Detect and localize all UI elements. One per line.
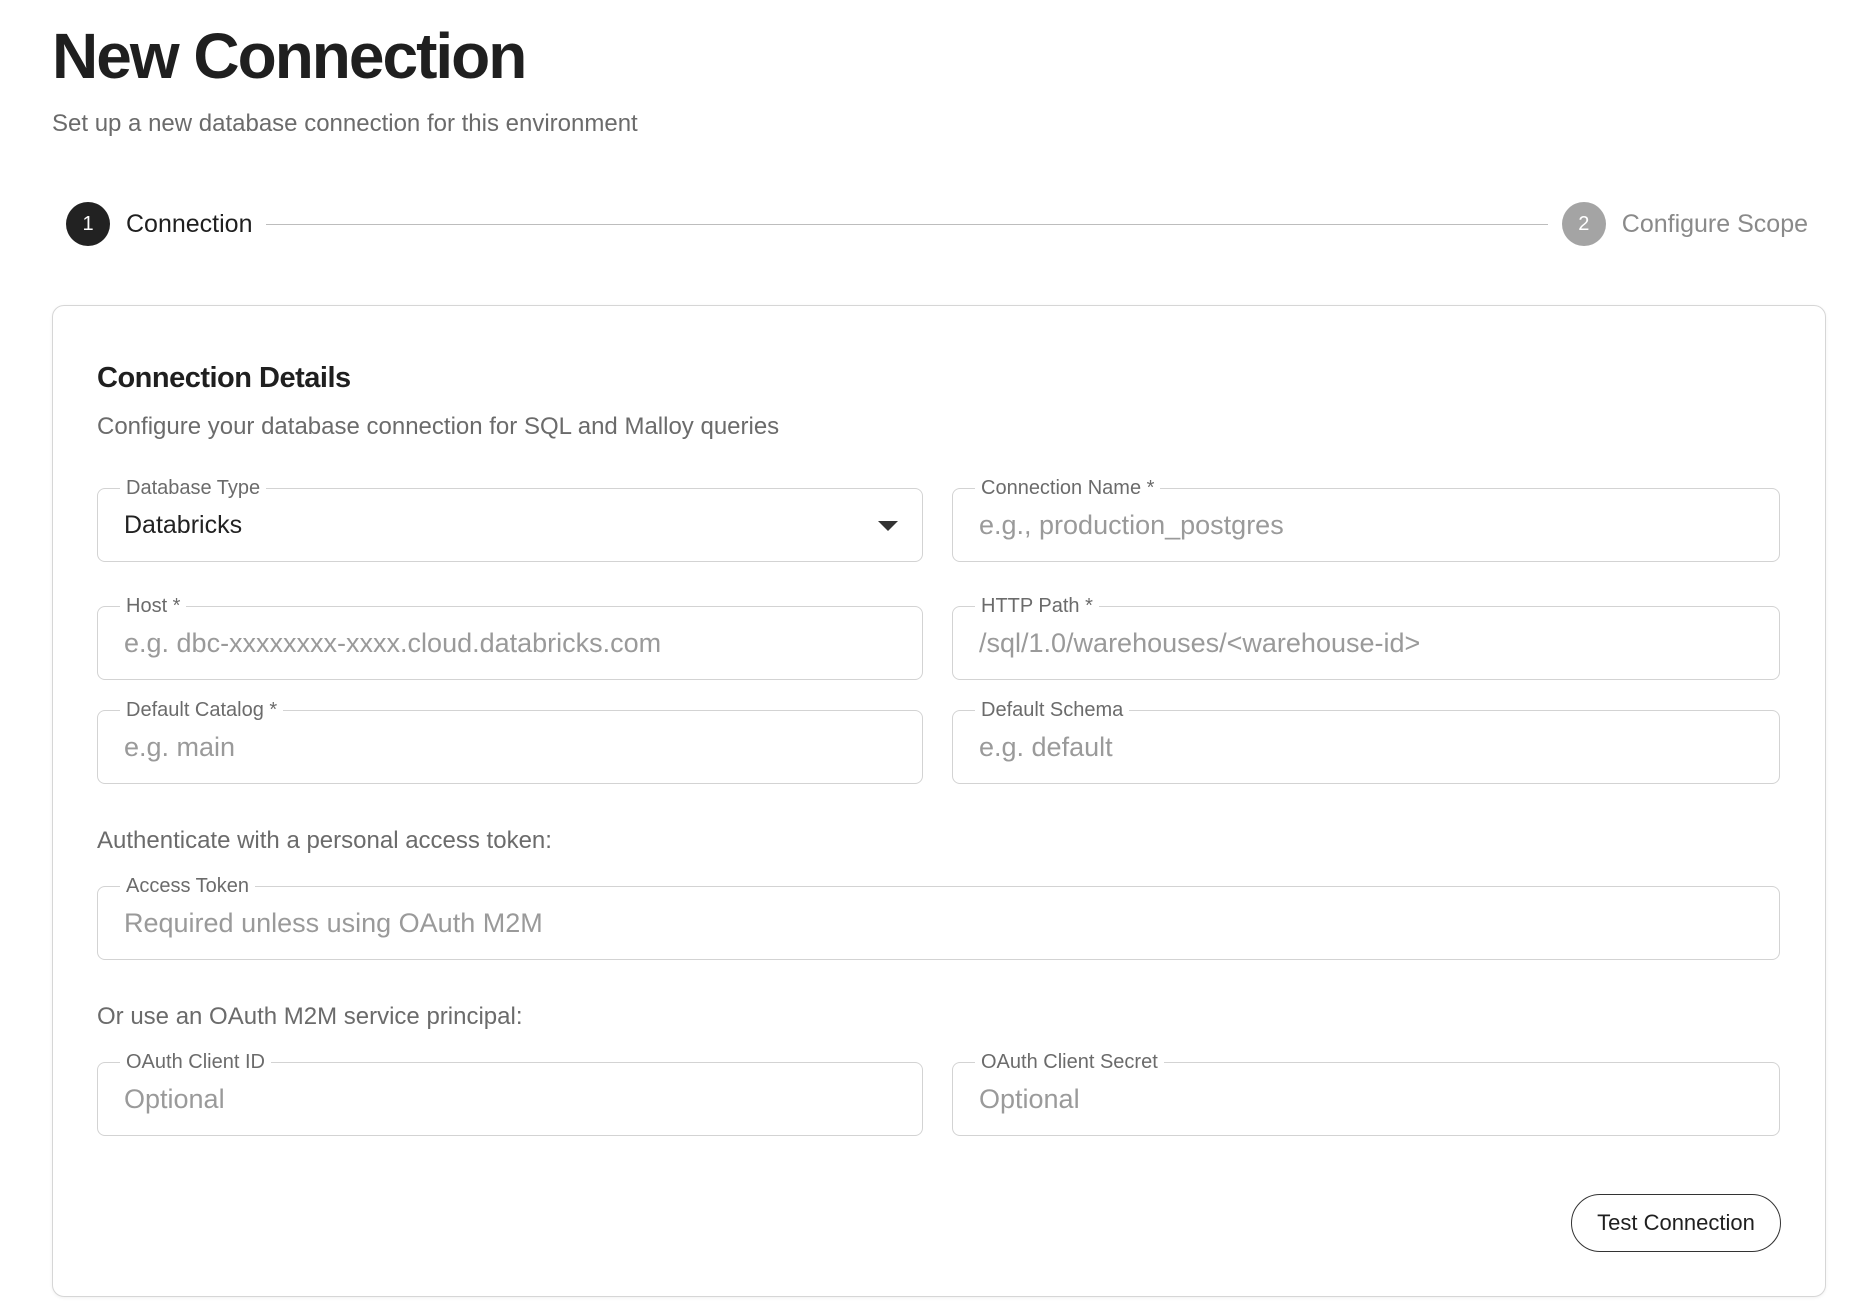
step-number-1: 1 <box>66 202 110 246</box>
stepper: 1 Connection 2 Configure Scope <box>66 202 1808 246</box>
access-token-field: Access Token <box>97 873 1780 960</box>
default-schema-field: Default Schema <box>952 697 1780 784</box>
oauth-client-secret-input[interactable] <box>979 1063 1753 1135</box>
card-subtitle: Configure your database connection for S… <box>97 413 780 440</box>
host-input[interactable] <box>124 607 896 679</box>
default-catalog-input[interactable] <box>124 711 896 783</box>
http-path-input[interactable] <box>979 607 1753 679</box>
access-token-input[interactable] <box>124 887 1753 959</box>
default-schema-input[interactable] <box>979 711 1753 783</box>
step-label-connection: Connection <box>126 210 253 238</box>
step-connection[interactable]: 1 Connection <box>66 202 252 246</box>
page-subtitle: Set up a new database connection for thi… <box>52 110 638 137</box>
oauth-client-id-input[interactable] <box>124 1063 896 1135</box>
access-token-section-label: Authenticate with a personal access toke… <box>97 827 552 854</box>
http-path-field: HTTP Path * <box>952 593 1780 680</box>
page-title: New Connection <box>52 20 527 92</box>
oauth-client-secret-field: OAuth Client Secret <box>952 1049 1780 1136</box>
database-type-select[interactable]: Database Type Databricks <box>97 475 923 562</box>
new-connection-page: New Connection Set up a new database con… <box>0 0 1870 1310</box>
step-connector <box>266 223 1548 225</box>
test-connection-button[interactable]: Test Connection <box>1571 1194 1781 1252</box>
step-number-2: 2 <box>1561 202 1606 246</box>
host-field: Host * <box>97 593 923 680</box>
connection-details-card: Connection Details Configure your databa… <box>52 305 1826 1297</box>
card-title: Connection Details <box>97 362 351 394</box>
connection-name-input[interactable] <box>979 489 1753 561</box>
chevron-down-icon[interactable] <box>878 521 898 531</box>
default-catalog-field: Default Catalog * <box>97 697 923 784</box>
connection-name-field: Connection Name * <box>952 475 1780 562</box>
step-label-configure-scope: Configure Scope <box>1621 210 1808 238</box>
oauth-section-label: Or use an OAuth M2M service principal: <box>97 1003 523 1030</box>
oauth-client-id-field: OAuth Client ID <box>97 1049 923 1136</box>
database-type-value: Databricks <box>124 511 243 539</box>
step-configure-scope[interactable]: 2 Configure Scope <box>1561 202 1808 246</box>
